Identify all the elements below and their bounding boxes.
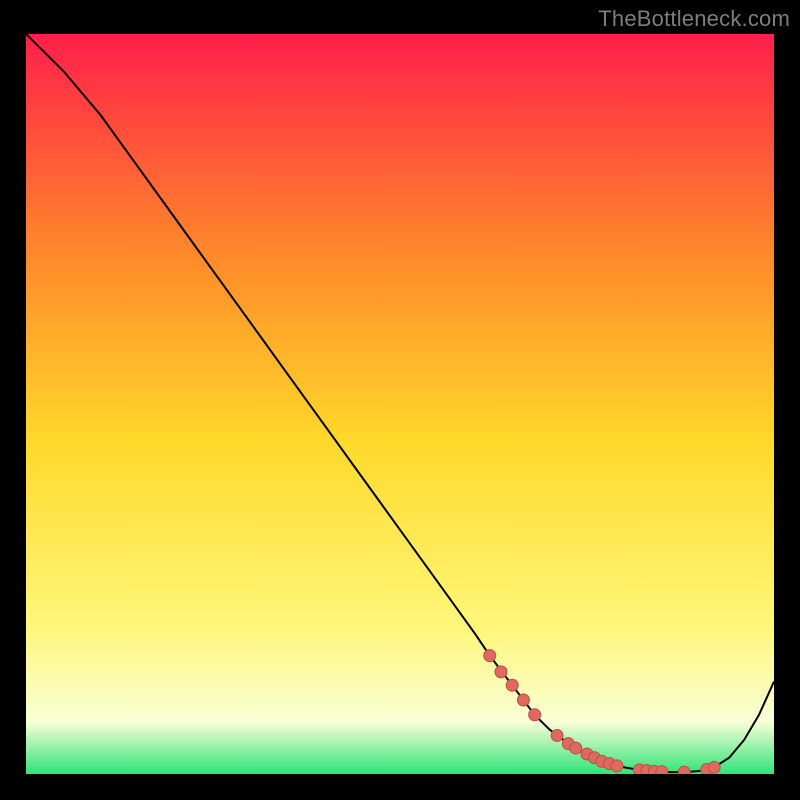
data-marker — [678, 766, 690, 774]
bottleneck-chart — [26, 34, 774, 774]
data-marker — [611, 760, 623, 772]
chart-frame: TheBottleneck.com — [0, 0, 800, 800]
watermark-text: TheBottleneck.com — [598, 6, 790, 32]
data-marker — [517, 694, 529, 706]
data-marker — [570, 742, 582, 754]
gradient-background — [26, 34, 774, 774]
data-marker — [495, 666, 507, 678]
plot-area — [26, 34, 774, 774]
data-marker — [484, 650, 496, 662]
data-marker — [506, 679, 518, 691]
data-marker — [551, 730, 563, 742]
data-marker — [529, 709, 541, 721]
data-marker — [656, 766, 668, 774]
data-marker — [708, 761, 720, 773]
